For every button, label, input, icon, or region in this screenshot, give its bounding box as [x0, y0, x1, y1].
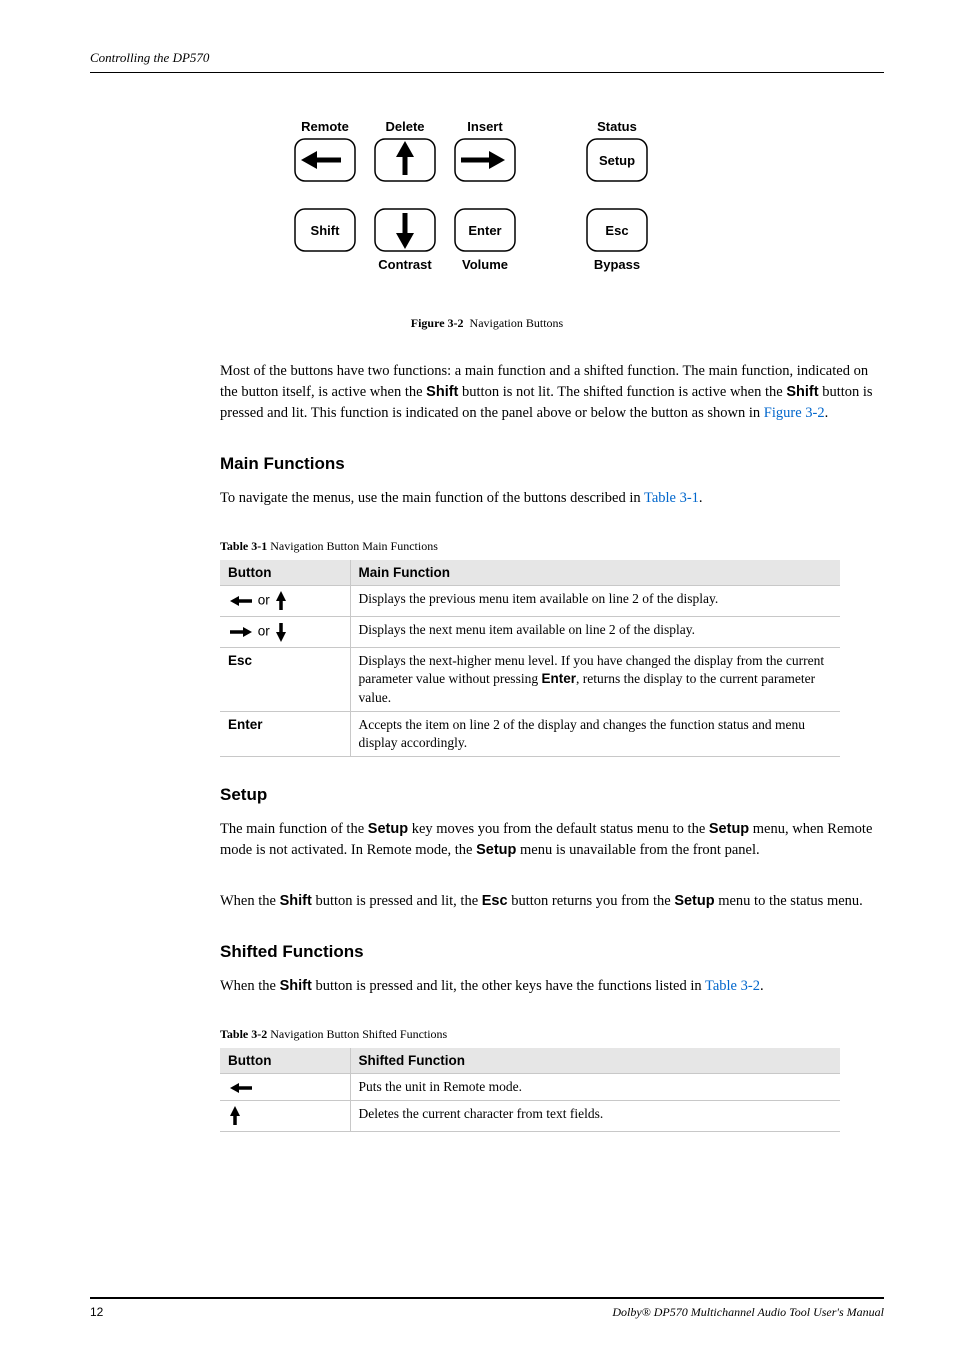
label-volume: Volume — [462, 257, 508, 272]
t1-head-function: Main Function — [350, 560, 840, 586]
intro-paragraph: Most of the buttons have two functions: … — [220, 361, 884, 424]
table-row: Enter Accepts the item on line 2 of the … — [220, 711, 840, 756]
t1-head-button: Button — [220, 560, 350, 586]
footer-title: Dolby® DP570 Multichannel Audio Tool Use… — [612, 1305, 884, 1320]
label-status: Status — [597, 119, 637, 134]
table-row: Puts the unit in Remote mode. — [220, 1074, 840, 1101]
page-number: 12 — [90, 1305, 103, 1319]
nav-buttons-svg: .lab { font-family: Arial, Helvetica, sa… — [287, 113, 687, 293]
label-esc: Esc — [605, 223, 628, 238]
shifted-functions-para: When the Shift button is pressed and lit… — [220, 976, 884, 997]
table-row: or Displays the next menu item available… — [220, 617, 840, 648]
arrow-down-icon — [396, 213, 414, 249]
setup-para-2: When the Shift button is pressed and lit… — [220, 891, 884, 912]
label-setup: Setup — [599, 153, 635, 168]
figure-label: Figure 3-2 — [411, 316, 464, 330]
main-functions-para: To navigate the menus, use the main func… — [220, 488, 884, 509]
shifted-functions-heading: Shifted Functions — [220, 942, 884, 962]
label-delete: Delete — [385, 119, 424, 134]
arrow-down-icon — [274, 621, 288, 643]
table-row: Esc Displays the next-higher menu level.… — [220, 648, 840, 712]
arrow-up-icon — [228, 1105, 242, 1127]
figure-caption-text: Navigation Buttons — [470, 316, 564, 330]
arrow-up-icon — [274, 590, 288, 612]
arrow-up-icon — [396, 141, 414, 175]
running-header: Controlling the DP570 — [90, 50, 884, 73]
arrow-left-icon — [228, 1081, 254, 1095]
table-row: or Displays the previous menu item avail… — [220, 586, 840, 617]
table-1: Button Main Function or Displays the pre… — [220, 560, 840, 757]
table-1-caption: Table 3-1 Navigation Button Main Functio… — [220, 539, 884, 554]
table-row: Deletes the current character from text … — [220, 1101, 840, 1132]
arrow-left-icon — [228, 594, 254, 608]
label-bypass: Bypass — [594, 257, 640, 272]
table-3-1-link[interactable]: Table 3-1 — [644, 490, 699, 506]
navigation-buttons-figure: .lab { font-family: Arial, Helvetica, sa… — [90, 113, 884, 298]
label-remote: Remote — [301, 119, 349, 134]
main-functions-heading: Main Functions — [220, 454, 884, 474]
label-enter: Enter — [468, 223, 501, 238]
arrow-right-icon — [461, 151, 505, 169]
setup-para-1: The main function of the Setup key moves… — [220, 819, 884, 861]
arrow-right-icon — [228, 625, 254, 639]
figure-3-2-link[interactable]: Figure 3-2 — [764, 405, 825, 421]
table-2-caption: Table 3-2 Navigation Button Shifted Func… — [220, 1027, 884, 1042]
page-footer: 12 Dolby® DP570 Multichannel Audio Tool … — [90, 1297, 884, 1320]
label-insert: Insert — [467, 119, 503, 134]
t2-head-function: Shifted Function — [350, 1048, 840, 1074]
label-shift: Shift — [311, 223, 341, 238]
setup-heading: Setup — [220, 785, 884, 805]
t2-head-button: Button — [220, 1048, 350, 1074]
table-2: Button Shifted Function Puts the unit in… — [220, 1048, 840, 1132]
figure-caption: Figure 3-2 Navigation Buttons — [90, 316, 884, 331]
arrow-left-icon — [301, 151, 341, 169]
table-3-2-link[interactable]: Table 3-2 — [705, 978, 760, 994]
label-contrast: Contrast — [378, 257, 432, 272]
